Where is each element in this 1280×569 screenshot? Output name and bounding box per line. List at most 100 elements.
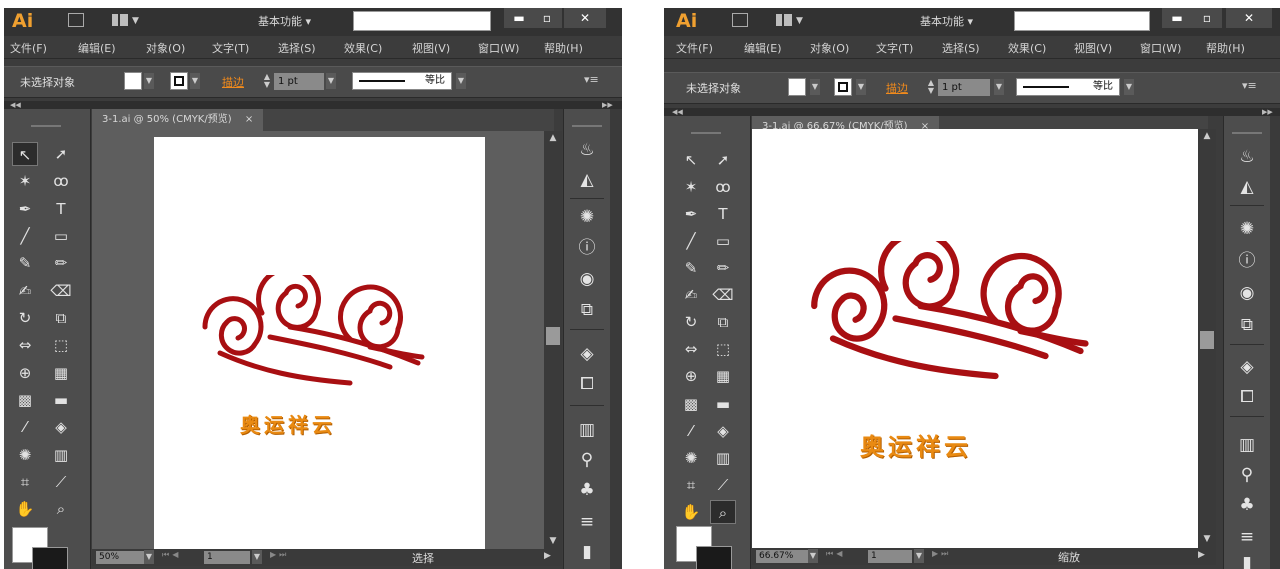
perspective-grid-tool-icon[interactable]: ▦	[710, 364, 736, 388]
prev-artboard-icon[interactable]: ⏮◀	[162, 550, 181, 560]
symbols-icon[interactable]: ⚲	[1224, 462, 1270, 488]
scroll-thumb[interactable]	[1200, 331, 1214, 349]
minimize-button[interactable]: ▬	[1162, 8, 1192, 28]
column-graph-tool-icon[interactable]: ▥	[710, 446, 736, 470]
lasso-tool-icon[interactable]: ꝏ	[710, 175, 736, 199]
transparency-icon[interactable]: ◉	[1224, 280, 1270, 306]
arrange-documents-icon[interactable]	[112, 13, 128, 27]
search-input[interactable]	[353, 11, 491, 31]
arrange-documents-icon[interactable]	[776, 13, 792, 27]
column-graph-tool-icon[interactable]: ▥	[48, 443, 74, 467]
collapse-arrows-icon[interactable]: ▶▶	[602, 101, 613, 109]
lasso-tool-icon[interactable]: ꝏ	[48, 169, 74, 193]
pen-tool-icon[interactable]: ✒	[678, 202, 704, 226]
color-guide-icon[interactable]: ♨	[564, 137, 610, 163]
canvas[interactable]: 奥运祥云	[752, 129, 1198, 548]
menu-view[interactable]: 视图(V)	[412, 40, 450, 56]
stroke-link[interactable]: 描边	[222, 74, 244, 90]
status-menu-icon[interactable]: ▶	[1198, 550, 1205, 560]
bridge-icon[interactable]	[732, 13, 748, 27]
restore-button[interactable]: ▫	[1192, 8, 1222, 28]
transform-icon[interactable]: ⧉	[1224, 312, 1270, 338]
paintbrush-tool-icon[interactable]: ✎	[678, 256, 704, 280]
blob-brush-tool-icon[interactable]: ✍	[12, 279, 38, 303]
zoom-tool-icon[interactable]: ⌕	[48, 497, 74, 521]
eraser-tool-icon[interactable]: ⌫	[710, 283, 736, 307]
close-button[interactable]: ✕	[1226, 8, 1272, 28]
vertical-scrollbar[interactable]: ▲ ▼	[1198, 129, 1216, 548]
rectangle-tool-icon[interactable]: ▭	[48, 224, 74, 248]
menu-effect[interactable]: 效果(C)	[344, 40, 382, 56]
artboard-number-field[interactable]: 1	[204, 551, 250, 564]
stroke-swatch[interactable]	[170, 72, 188, 90]
chevron-down-icon[interactable]: ▼	[994, 79, 1004, 95]
pencil-tool-icon[interactable]: ✏	[48, 251, 74, 275]
stroke-weight-field[interactable]: 1 pt	[274, 73, 324, 90]
symbols-icon[interactable]: ⚲	[564, 447, 610, 473]
blend-tool-icon[interactable]: ◈	[710, 419, 736, 443]
magic-wand-tool-icon[interactable]: ✶	[12, 169, 38, 193]
chevron-down-icon[interactable]: ▼	[914, 549, 924, 563]
menu-select[interactable]: 选择(S)	[942, 40, 980, 56]
layers-icon[interactable]: ◈	[564, 341, 610, 367]
artboard-number-field[interactable]: 1	[868, 550, 912, 563]
menu-help[interactable]: 帮助(H)	[1206, 40, 1245, 56]
type-tool-icon[interactable]: T	[710, 202, 736, 226]
stroke-color-box[interactable]	[696, 546, 732, 569]
scroll-down-icon[interactable]: ▼	[1198, 534, 1216, 544]
menu-select[interactable]: 选择(S)	[278, 40, 316, 56]
symbol-sprayer-tool-icon[interactable]: ✺	[12, 443, 38, 467]
stroke-swatch[interactable]	[834, 78, 852, 96]
stroke-color-box[interactable]	[32, 547, 68, 569]
minimize-button[interactable]: ▬	[504, 8, 534, 28]
panel-grip[interactable]	[572, 125, 602, 127]
pen-tool-icon[interactable]: ✒	[12, 197, 38, 221]
color-guide-icon[interactable]: ♨	[1224, 144, 1270, 170]
artboard-tool-icon[interactable]: ⌗	[12, 470, 38, 494]
line-segment-tool-icon[interactable]: ╱	[12, 224, 38, 248]
prev-artboard-icon[interactable]: ⏮◀	[826, 549, 845, 559]
club-symbol-icon[interactable]: ♣	[564, 477, 610, 503]
search-input[interactable]	[1014, 11, 1150, 31]
artboards-icon[interactable]: ⧠	[1224, 384, 1270, 410]
variable-width-profile[interactable]: 等比	[1016, 78, 1120, 96]
stroke-panel-icon[interactable]: ≡	[564, 509, 610, 535]
selection-tool-icon[interactable]: ↖	[678, 148, 704, 172]
status-menu-icon[interactable]: ▶	[544, 551, 551, 561]
paintbrush-tool-icon[interactable]: ✎	[12, 251, 38, 275]
artboards-icon[interactable]: ⧠	[564, 371, 610, 397]
align-icon[interactable]: ▥	[564, 417, 610, 443]
workspace-switcher[interactable]: 基本功能 ▾	[258, 13, 311, 29]
menu-edit[interactable]: 编辑(E)	[744, 40, 782, 56]
menu-file[interactable]: 文件(F)	[676, 40, 713, 56]
menu-edit[interactable]: 编辑(E)	[78, 40, 116, 56]
menu-type[interactable]: 文字(T)	[876, 40, 913, 56]
panel-grip[interactable]	[691, 132, 721, 134]
menu-file[interactable]: 文件(F)	[10, 40, 47, 56]
scroll-up-icon[interactable]: ▲	[1198, 131, 1216, 141]
shape-builder-tool-icon[interactable]: ⊕	[12, 361, 38, 385]
workspace-switcher[interactable]: 基本功能 ▾	[920, 13, 973, 29]
chevron-down-icon[interactable]: ▼	[252, 550, 262, 564]
transparency-icon[interactable]: ◉	[564, 266, 610, 292]
eyedropper-tool-icon[interactable]: ⁄	[12, 415, 38, 439]
collapse-arrows-icon[interactable]: ◀◀	[672, 108, 683, 116]
canvas[interactable]: 奥运祥云	[92, 131, 544, 549]
zoom-tool-icon[interactable]: ⌕	[710, 500, 736, 524]
free-transform-tool-icon[interactable]: ⬚	[48, 333, 74, 357]
menu-type[interactable]: 文字(T)	[212, 40, 249, 56]
panel-grip[interactable]	[1232, 132, 1262, 134]
width-tool-icon[interactable]: ⇔	[678, 337, 704, 361]
appearance-icon[interactable]: ◭	[1224, 174, 1270, 200]
fill-swatch[interactable]	[124, 72, 142, 90]
stroke-panel-icon[interactable]: ≡	[1224, 524, 1270, 550]
free-transform-tool-icon[interactable]: ⬚	[710, 337, 736, 361]
rectangle-tool-icon[interactable]: ▭	[710, 229, 736, 253]
chevron-down-icon[interactable]: ▼	[326, 73, 336, 89]
selection-tool-icon[interactable]: ↖	[12, 142, 38, 166]
menu-object[interactable]: 对象(O)	[810, 40, 849, 56]
blend-tool-icon[interactable]: ◈	[48, 415, 74, 439]
slice-tool-icon[interactable]: ⟋	[710, 473, 736, 497]
eyedropper-tool-icon[interactable]: ⁄	[678, 419, 704, 443]
info-icon[interactable]: ⓘ	[1224, 248, 1270, 274]
